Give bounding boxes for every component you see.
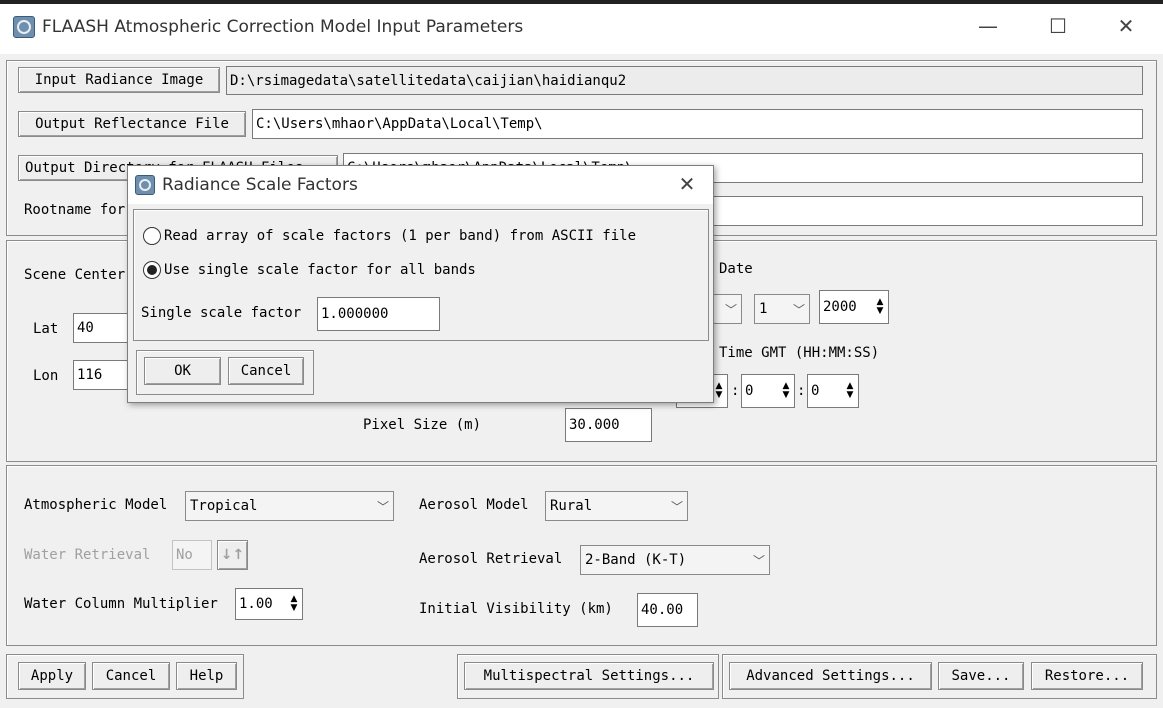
dialog-title: Radiance Scale Factors [162, 175, 358, 195]
output-reflectance-field[interactable]: C:\Users\mhaor\AppData\Local\Temp\ [252, 109, 1143, 139]
option-single-factor-label: Use single scale factor for all bands [164, 262, 476, 278]
chevron-down-icon: ﹀ [792, 302, 805, 317]
spin-arrows-icon[interactable]: ▲ ▼ [778, 382, 794, 400]
dialog-cancel-button[interactable]: Cancel [228, 357, 304, 385]
pixel-size-field[interactable]: 30.000 [565, 408, 652, 442]
water-retrieval-toggle-icon: ↓↑ [217, 540, 248, 570]
water-multiplier-value: 1.00 [239, 596, 273, 612]
input-radiance-field[interactable]: D:\rsimagedata\satellitedata\caijian\hai… [226, 66, 1143, 95]
atmospheric-model-label: Atmospheric Model [24, 497, 168, 513]
chevron-down-icon: ﹀ [670, 499, 683, 514]
close-button[interactable]: ✕ [1108, 14, 1144, 38]
chevron-down-icon: ﹀ [724, 302, 737, 317]
spin-arrows-icon[interactable]: ▲ ▼ [872, 298, 888, 316]
radio-single-factor[interactable] [143, 261, 161, 279]
option-ascii-file-label: Read array of scale factors (1 per band)… [164, 228, 637, 244]
option-single-factor[interactable]: Use single scale factor for all bands [143, 261, 476, 279]
lat-field[interactable]: 40 [73, 313, 133, 343]
dialog-ok-button[interactable]: OK [144, 357, 221, 385]
lat-label: Lat [33, 321, 59, 337]
second-value: 0 [811, 383, 820, 399]
dialog-app-icon [135, 175, 155, 195]
spin-arrows-icon[interactable]: ▲ ▼ [842, 382, 858, 400]
app-icon [13, 16, 35, 38]
input-radiance-button[interactable]: Input Radiance Image [18, 67, 220, 93]
maximize-button[interactable]: ☐ [1040, 14, 1076, 38]
dialog-close-icon[interactable]: ✕ [672, 172, 702, 196]
aerosol-model-label: Aerosol Model [419, 497, 529, 513]
restore-button[interactable]: Restore... [1031, 662, 1143, 690]
dialog-title-bar: Radiance Scale Factors ✕ [128, 166, 713, 204]
radio-selected-dot [147, 265, 157, 275]
atmospheric-model-value: Tropical [190, 498, 258, 514]
chevron-down-icon: ﹀ [752, 553, 765, 568]
multispectral-settings-button[interactable]: Multispectral Settings... [464, 662, 714, 690]
chevron-down-icon: ﹀ [376, 499, 389, 514]
initial-visibility-label: Initial Visibility (km) [419, 601, 613, 617]
cancel-button[interactable]: Cancel [92, 662, 170, 690]
water-retrieval-label: Water Retrieval [24, 547, 151, 563]
water-retrieval-field: No [172, 540, 212, 570]
radiance-scale-factors-dialog: Radiance Scale Factors ✕ Read array of s… [127, 165, 714, 403]
single-scale-factor-label: Single scale factor [141, 305, 302, 321]
day-select[interactable]: 1 ﹀ [754, 294, 810, 324]
output-reflectance-button[interactable]: Output Reflectance File [18, 111, 246, 137]
aerosol-retrieval-label: Aerosol Retrieval [419, 551, 563, 567]
title-bar: FLAASH Atmospheric Correction Model Inpu… [0, 0, 1163, 54]
year-spinner[interactable]: 2000 ▲ ▼ [819, 290, 889, 324]
atmospheric-model-select[interactable]: Tropical ﹀ [185, 491, 394, 521]
aerosol-model-value: Rural [550, 498, 593, 514]
minute-value: 0 [745, 383, 754, 399]
water-multiplier-label: Water Column Multiplier [24, 596, 218, 612]
time-separator: : [731, 383, 740, 399]
option-ascii-file[interactable]: Read array of scale factors (1 per band)… [143, 227, 636, 245]
advanced-settings-button[interactable]: Advanced Settings... [729, 662, 932, 690]
window-title: FLAASH Atmospheric Correction Model Inpu… [42, 17, 524, 37]
initial-visibility-field[interactable]: 40.00 [637, 593, 698, 627]
single-scale-factor-field[interactable]: 1.000000 [317, 297, 440, 331]
rootname-field[interactable] [700, 196, 1143, 226]
lon-field[interactable]: 116 [73, 360, 133, 390]
lon-label: Lon [33, 368, 59, 384]
apply-button[interactable]: Apply [18, 662, 86, 690]
aerosol-model-select[interactable]: Rural ﹀ [545, 491, 688, 521]
year-value: 2000 [823, 299, 857, 315]
spin-arrows-icon[interactable]: ▲ ▼ [286, 595, 302, 613]
second-spinner[interactable]: 0 ▲ ▼ [807, 374, 859, 408]
aerosol-retrieval-select[interactable]: 2-Band (K-T) ﹀ [580, 545, 770, 575]
water-multiplier-spinner[interactable]: 1.00 ▲ ▼ [235, 588, 303, 620]
day-value: 1 [759, 301, 768, 317]
pixel-size-label: Pixel Size (m) [363, 417, 482, 433]
minute-spinner[interactable]: 0 ▲ ▼ [741, 374, 795, 408]
aerosol-retrieval-value: 2-Band (K-T) [585, 552, 687, 568]
minimize-button[interactable]: — [970, 14, 1006, 38]
radio-ascii-file[interactable] [143, 227, 161, 245]
save-button[interactable]: Save... [938, 662, 1024, 690]
help-button[interactable]: Help [176, 662, 237, 690]
time-separator: : [797, 383, 806, 399]
